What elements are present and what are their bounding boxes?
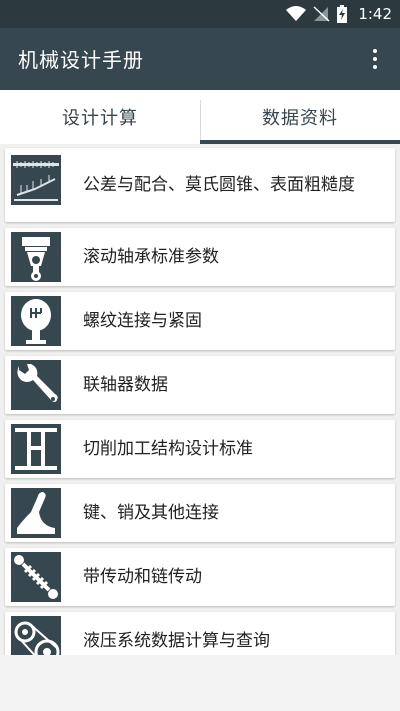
status-icons: 1:42: [286, 4, 392, 24]
beam-structure-icon: [11, 424, 61, 474]
app-bar: 机械设计手册: [0, 28, 400, 90]
data-list[interactable]: 公差与配合、莫氏圆锥、表面粗糙度 滚动轴承标准参数 螺纹连接与紧固 联轴器数据 …: [0, 144, 400, 655]
list-item-label: 联轴器数据: [83, 375, 168, 395]
status-bar: 1:42: [0, 0, 400, 28]
list-item-threads[interactable]: 螺纹连接与紧固: [5, 292, 395, 350]
list-item-belt-chain[interactable]: 带传动和链传动: [5, 548, 395, 606]
no-signal-icon: [313, 6, 330, 22]
more-dot-icon: [373, 57, 377, 61]
spring-shock-icon: [11, 552, 61, 602]
list-item-label: 滚动轴承标准参数: [83, 247, 219, 267]
list-item-keys-pins[interactable]: 键、销及其他连接: [5, 484, 395, 542]
more-dot-icon: [373, 65, 377, 69]
wifi-icon: [286, 6, 307, 21]
list-item-bearings[interactable]: 滚动轴承标准参数: [5, 228, 395, 286]
list-item-couplings[interactable]: 联轴器数据: [5, 356, 395, 414]
wrench-icon: [11, 360, 61, 410]
list-item-label: 切削加工结构设计标准: [83, 439, 253, 459]
battery-charging-icon: [337, 5, 348, 23]
bottom-blank-area: [0, 655, 400, 711]
list-item-label: 液压系统数据计算与查询: [83, 631, 270, 651]
tab-data-reference[interactable]: 数据资料: [200, 90, 400, 144]
list-item-label: 公差与配合、莫氏圆锥、表面粗糙度: [83, 175, 355, 195]
list-item-label: 带传动和链传动: [83, 567, 202, 587]
status-time: 1:42: [358, 5, 392, 23]
more-dot-icon: [373, 49, 377, 53]
tolerance-chart-icon: [11, 155, 61, 205]
app-title: 机械设计手册: [18, 48, 144, 72]
tab-design-calculation[interactable]: 设计计算: [0, 90, 200, 144]
lever-icon: [11, 488, 61, 538]
belt-pulley-icon: [11, 616, 61, 655]
list-item-machining[interactable]: 切削加工结构设计标准: [5, 420, 395, 478]
list-item-label: 螺纹连接与紧固: [83, 311, 202, 331]
tab-divider: [200, 100, 201, 140]
list-item-tolerance[interactable]: 公差与配合、莫氏圆锥、表面粗糙度: [5, 148, 395, 222]
list-item-hydraulics[interactable]: 液压系统数据计算与查询: [5, 612, 395, 655]
gear-shift-knob-icon: [11, 296, 61, 346]
list-item-label: 键、销及其他连接: [83, 503, 219, 523]
bearing-icon: [11, 232, 61, 282]
more-options-button[interactable]: [360, 43, 390, 75]
